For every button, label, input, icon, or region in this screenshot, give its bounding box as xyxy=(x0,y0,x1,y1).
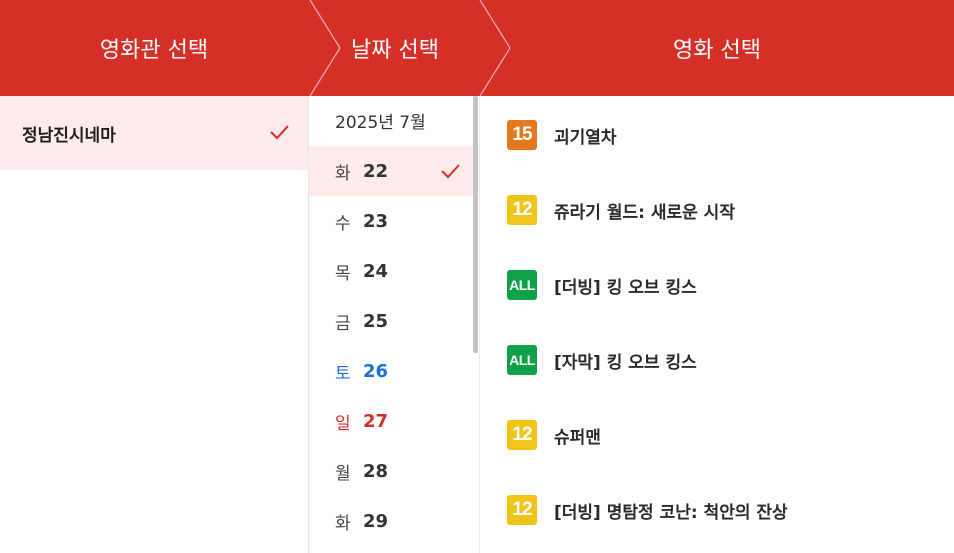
date-day-number: 27 xyxy=(363,410,389,432)
age-rating-badge: ALL xyxy=(507,345,537,375)
movie-item[interactable]: 12 [더빙] 명탐정 코난: 척안의 잔상 xyxy=(480,473,954,547)
date-weekday: 일 xyxy=(335,413,351,434)
age-rating-badge: 12 xyxy=(507,495,537,525)
date-weekday: 화 xyxy=(335,513,351,534)
movie-item[interactable]: 12 슈퍼맨 xyxy=(480,398,954,472)
movie-item[interactable]: 15 괴기열차 xyxy=(480,98,954,172)
date-item[interactable]: 수 23 xyxy=(309,196,473,246)
step-theater-select[interactable]: 영화관 선택 xyxy=(0,0,308,96)
date-list: 2025년 7월 화 22 수 23 목 24 금 25 토 26 일 27 월 28 화 29 xyxy=(308,96,480,553)
age-rating-badge: ALL xyxy=(507,270,537,300)
date-scrollbar[interactable] xyxy=(473,96,478,353)
movie-title: 쥬라기 월드: 새로운 시작 xyxy=(554,202,735,223)
movie-item[interactable]: ALL [자막] 킹 오브 킹스 xyxy=(480,323,954,397)
date-item[interactable]: 금 25 xyxy=(309,296,473,346)
date-item[interactable]: 화 22 xyxy=(309,146,473,196)
date-day-number: 26 xyxy=(363,360,389,382)
movie-item[interactable]: 12 쥬라기 월드: 새로운 시작 xyxy=(480,173,954,247)
age-rating-text: 15 xyxy=(512,124,532,145)
date-weekday: 수 xyxy=(335,213,351,234)
date-day-number: 22 xyxy=(363,160,389,182)
movie-list: 15 괴기열차 12 쥬라기 월드: 새로운 시작 ALL [더빙] 킹 오브 킹스 ALL… xyxy=(480,96,954,553)
movie-title: [더빙] 킹 오브 킹스 xyxy=(554,277,697,298)
step-date-select[interactable]: 날짜 선택 xyxy=(310,0,480,96)
theater-item[interactable]: 정남진시네마 xyxy=(0,96,308,170)
date-day-number: 23 xyxy=(363,210,389,232)
date-day-number: 25 xyxy=(363,310,389,332)
date-item[interactable]: 토 26 xyxy=(309,346,473,396)
theater-list: 정남진시네마 xyxy=(0,96,308,553)
age-rating-badge: 15 xyxy=(507,120,537,150)
date-weekday: 토 xyxy=(335,363,351,384)
age-rating-text: 12 xyxy=(512,424,532,445)
movie-title: [더빙] 명탐정 코난: 척안의 잔상 xyxy=(554,502,788,523)
theater-name: 정남진시네마 xyxy=(22,125,116,146)
date-weekday: 금 xyxy=(335,313,351,334)
month-label: 2025년 7월 xyxy=(335,113,426,133)
movie-item[interactable]: ALL [더빙] 킹 오브 킹스 xyxy=(480,248,954,322)
date-item[interactable]: 목 24 xyxy=(309,246,473,296)
date-item[interactable]: 월 28 xyxy=(309,446,473,496)
age-rating-badge: 12 xyxy=(507,420,537,450)
movie-title: 슈퍼맨 xyxy=(554,427,601,448)
date-item[interactable]: 일 27 xyxy=(309,396,473,446)
check-icon xyxy=(270,125,289,140)
age-rating-badge: 12 xyxy=(507,195,537,225)
date-day-number: 24 xyxy=(363,260,389,282)
date-weekday: 화 xyxy=(335,163,351,184)
date-item[interactable]: 화 29 xyxy=(309,496,473,546)
step-movie-select[interactable]: 영화 선택 xyxy=(480,0,954,96)
date-day-number: 28 xyxy=(363,460,389,482)
step-header: 영화관 선택 날짜 선택 영화 선택 xyxy=(0,0,954,96)
age-rating-text: ALL xyxy=(509,277,535,293)
movie-title: 괴기열차 xyxy=(554,127,617,148)
age-rating-text: ALL xyxy=(509,352,535,368)
date-day-number: 29 xyxy=(363,510,389,532)
age-rating-text: 12 xyxy=(512,499,532,520)
date-weekday: 월 xyxy=(335,463,351,484)
check-icon xyxy=(441,164,460,179)
movie-title: [자막] 킹 오브 킹스 xyxy=(554,352,697,373)
age-rating-text: 12 xyxy=(512,199,532,220)
date-weekday: 목 xyxy=(335,263,351,284)
